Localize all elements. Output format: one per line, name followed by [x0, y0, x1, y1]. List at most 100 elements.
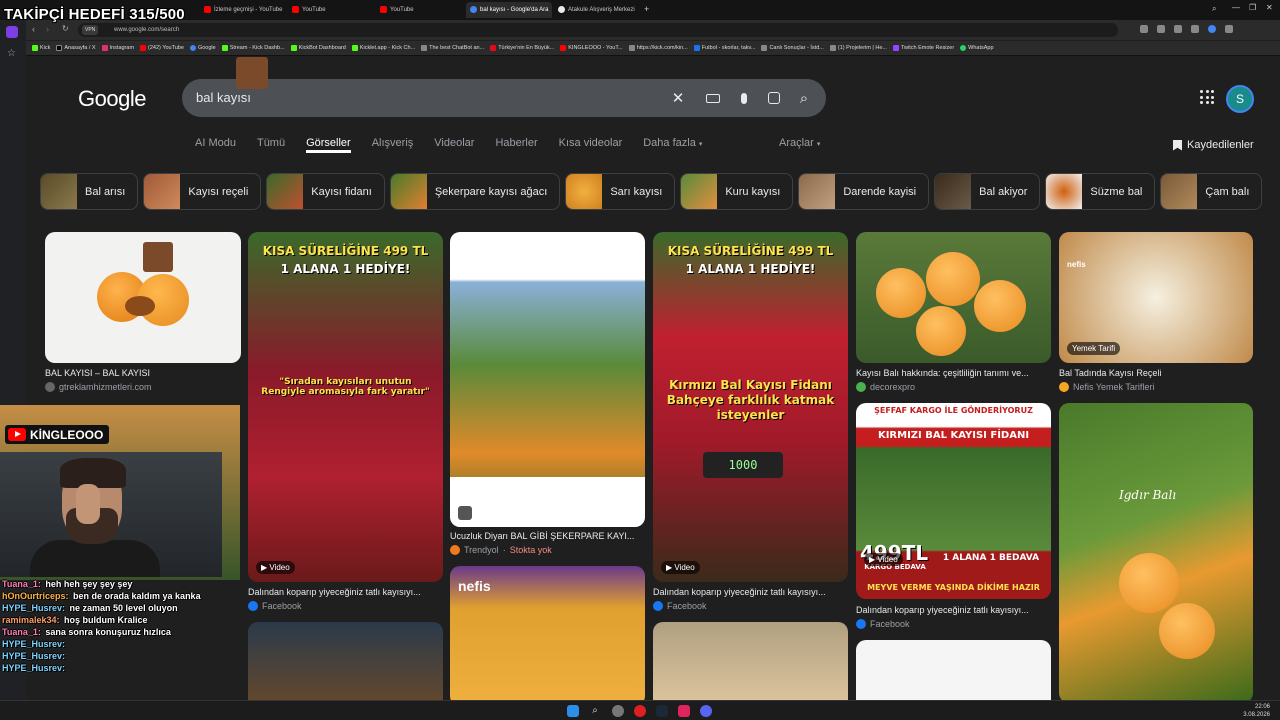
extension-icon[interactable] [1191, 25, 1199, 33]
chip-bal-akiyor[interactable]: Bal akiyor [934, 173, 1041, 210]
minimize-button[interactable]: — [1232, 3, 1240, 12]
bookmark-item[interactable]: WhatsApp [960, 45, 994, 51]
tab-all[interactable]: Tümü [257, 137, 285, 153]
result-image[interactable]: Igdır Balı [1059, 403, 1253, 700]
result-title[interactable]: Dalından koparıp yiyeceğiniz tatlı kayıs… [653, 587, 848, 597]
search-icon[interactable]: ⌕ [589, 705, 601, 717]
chip-kayisi-receli[interactable]: Kayısı reçeli [143, 173, 262, 210]
keyboard-icon[interactable] [704, 89, 722, 107]
tab-shopping[interactable]: Alışveriş [372, 137, 414, 153]
profile-icon[interactable] [1208, 25, 1216, 33]
clear-icon[interactable]: ✕ [669, 89, 687, 107]
bookmark-item[interactable]: KickBot Dashboard [290, 45, 346, 51]
reload-icon[interactable]: ↻ [62, 24, 69, 33]
chip-suzme-bal[interactable]: Süzme bal [1045, 173, 1156, 210]
google-logo[interactable]: Google [78, 86, 146, 112]
bookmark-item[interactable]: Stream - Kick Dashb... [221, 45, 285, 51]
avatar[interactable]: S [1226, 85, 1254, 113]
back-icon[interactable]: ‹ [32, 24, 35, 34]
tab-more[interactable]: Daha fazla ▾ [643, 137, 702, 153]
bookmark-item[interactable]: Kicklet.app - Kick Ch... [351, 45, 415, 51]
url-bar[interactable]: VPN www.google.com/search [78, 23, 1118, 37]
opera-icon[interactable] [634, 705, 646, 717]
tab-atakule[interactable]: Atakule Alışveriş Merkezi [554, 2, 640, 18]
result-title[interactable]: Dalından koparıp yiyeceğiniz tatlı kayıs… [248, 587, 443, 597]
result-image[interactable]: nefis Yemek Tarifi [1059, 232, 1253, 363]
tools-button[interactable]: Araçlar ▾ [779, 137, 820, 149]
tab-youtube-2[interactable]: YouTube [376, 2, 462, 18]
bookmark-item[interactable]: KINGLEOOO - YouT... [560, 45, 623, 51]
result-title[interactable]: Dalından koparıp yiyeceğiniz tatlı kayıs… [856, 605, 1051, 615]
extension-icon[interactable] [1140, 25, 1148, 33]
chip-sekerpare[interactable]: Şekerpare kayısı ağacı [389, 173, 561, 210]
result-image[interactable]: KISA SÜRELİĞİNE 499 TL 1 ALANA 1 HEDİYE!… [653, 232, 848, 582]
system-clock[interactable]: 22:06 3.08.2026 [1243, 703, 1270, 719]
result-image[interactable]: ŞEFFAF KARGO İLE GÖNDERİYORUZ KIRMIZI BA… [856, 403, 1051, 599]
search-icon[interactable]: ⌕ [795, 89, 813, 107]
bookmark-item[interactable]: (242) YouTube [140, 45, 184, 51]
home-icon[interactable] [6, 26, 18, 38]
tab-images[interactable]: Görseller [306, 137, 351, 153]
search-input[interactable]: bal kayısı [196, 90, 251, 105]
bookmark-item[interactable]: Türkiye'nin En Büyük... [490, 45, 554, 51]
search-tabs-icon[interactable]: ⌕ [1212, 4, 1216, 14]
tab-watch-history[interactable]: İzleme geçmişi - YouTube [200, 2, 286, 18]
result-title[interactable]: Kayısı Balı hakkında: çeşitliliğin tanım… [856, 368, 1051, 378]
forward-icon[interactable]: › [46, 24, 49, 34]
start-icon[interactable] [567, 705, 579, 717]
search-box[interactable]: bal kayısı ✕ ⌕ [182, 79, 826, 117]
chip-kayisi-fidani[interactable]: Kayısı fidanı [266, 173, 385, 210]
microphone-icon[interactable] [735, 89, 753, 107]
bookmark-item[interactable]: Twitch Emote Resizer [892, 45, 954, 51]
extension-icon[interactable] [1157, 25, 1165, 33]
bookmark-item[interactable]: Kick [32, 45, 50, 51]
result-title[interactable]: BAL KAYISI – BAL KAYISI [45, 368, 241, 378]
bookmark-item[interactable]: Anasayfa / X [56, 45, 96, 51]
tab-videos[interactable]: Videolar [434, 137, 474, 153]
discord-icon[interactable] [700, 705, 712, 717]
result-source[interactable]: decorexpro [856, 382, 915, 392]
tab-news[interactable]: Haberler [495, 137, 537, 153]
extension-icon[interactable] [1174, 25, 1182, 33]
bookmark-star-icon[interactable]: ☆ [7, 48, 16, 59]
result-source[interactable]: gtreklamhizmetleri.com [45, 382, 152, 392]
result-image[interactable] [856, 640, 1051, 700]
chip-kuru-kayisi[interactable]: Kuru kayısı [680, 173, 794, 210]
scrollbar[interactable] [1264, 57, 1270, 700]
result-image[interactable]: nefis [450, 566, 645, 700]
result-image[interactable] [653, 622, 848, 700]
result-title[interactable]: Ucuzluk Diyarı BAL GİBİ ŞEKERPARE KAYI..… [450, 531, 645, 541]
result-image[interactable] [45, 232, 241, 363]
bookmark-item[interactable]: Canlı Sonuçlar - İstd... [761, 45, 824, 51]
steam-icon[interactable] [656, 705, 668, 717]
result-source[interactable]: Facebook [248, 601, 302, 611]
chip-cam-bali[interactable]: Çam balı [1160, 173, 1263, 210]
bookmark-item[interactable]: Futbol - skorlar, takv... [693, 45, 755, 51]
bookmark-item[interactable]: https://kick.com/kin... [628, 45, 688, 51]
app-icon[interactable] [678, 705, 690, 717]
new-tab-button[interactable]: + [644, 4, 649, 14]
result-image[interactable] [450, 232, 645, 527]
lens-icon[interactable] [765, 89, 783, 107]
apps-grid-icon[interactable] [1200, 90, 1214, 104]
bookmark-item[interactable]: Instagram [101, 45, 134, 51]
tab-google-search[interactable]: bal kayısı - Google'da Ara [466, 2, 552, 18]
result-image[interactable] [856, 232, 1051, 363]
result-source[interactable]: Facebook [653, 601, 707, 611]
menu-icon[interactable] [1225, 25, 1233, 33]
result-source[interactable]: Nefis Yemek Tarifleri [1059, 382, 1154, 392]
result-source[interactable]: Facebook [856, 619, 910, 629]
result-source[interactable]: Trendyol · Stokta yok [450, 545, 552, 555]
chip-darende[interactable]: Darende kayisi [798, 173, 930, 210]
tab-youtube-1[interactable]: YouTube [288, 2, 374, 18]
app-icon[interactable] [612, 705, 624, 717]
maximize-button[interactable]: ❐ [1249, 3, 1256, 12]
result-image[interactable]: KISA SÜRELİĞİNE 499 TL 1 ALANA 1 HEDİYE!… [248, 232, 443, 582]
result-title[interactable]: Bal Tadında Kayısı Reçeli [1059, 368, 1253, 378]
tab-ai-mode[interactable]: AI Modu [195, 137, 236, 153]
tab-short-videos[interactable]: Kısa videolar [559, 137, 623, 153]
result-image[interactable] [248, 622, 443, 700]
close-window-button[interactable]: ✕ [1266, 3, 1273, 12]
bookmark-item[interactable]: Google [189, 45, 216, 51]
bookmark-item[interactable]: (1) Projelerim | He... [829, 45, 887, 51]
